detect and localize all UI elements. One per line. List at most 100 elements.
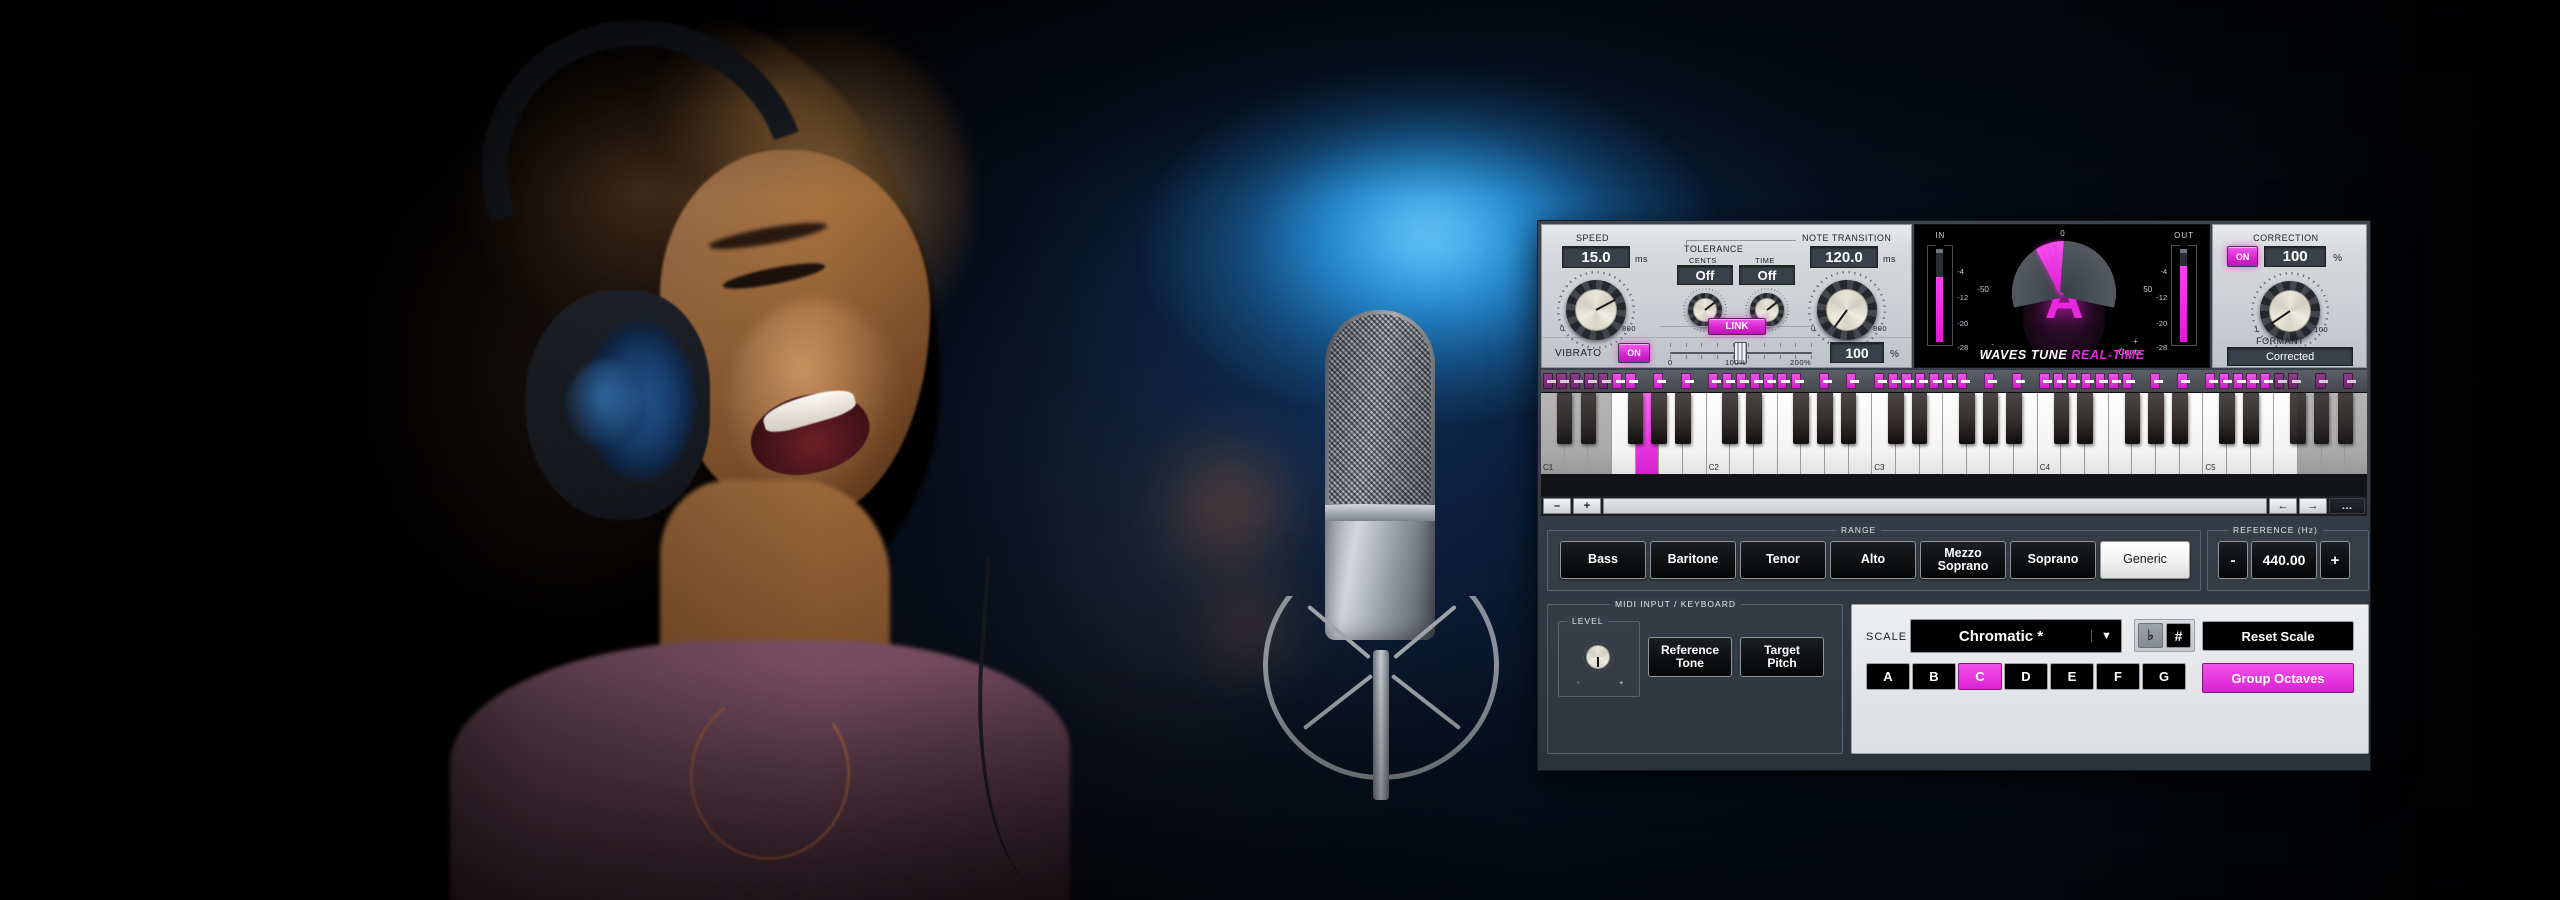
group-octaves-button[interactable]: Group Octaves	[2202, 663, 2354, 693]
scale-note-indicator[interactable]	[1570, 373, 1584, 389]
scale-note-indicator[interactable]	[2149, 373, 2163, 389]
piano-black-key[interactable]	[1817, 393, 1833, 444]
scale-note-indicator[interactable]	[1860, 373, 1870, 389]
scale-note-indicator[interactable]	[2177, 373, 2191, 389]
piano-black-key[interactable]	[2171, 393, 2188, 444]
scale-note-indicator[interactable]	[1542, 373, 1556, 389]
scale-note-indicator[interactable]	[1942, 373, 1956, 389]
reference-tone-button[interactable]: Reference Tone	[1648, 637, 1732, 677]
piano-black-key[interactable]	[1840, 393, 1857, 444]
keyboard-menu-button[interactable]: …	[2329, 498, 2365, 514]
piano-black-key[interactable]	[2290, 393, 2306, 444]
piano-black-key[interactable]	[1651, 393, 1668, 444]
piano-black-key[interactable]	[1746, 393, 1762, 444]
scale-note-indicator[interactable]	[1694, 373, 1704, 389]
scale-note-button-c[interactable]: C	[1958, 663, 2002, 690]
piano-black-key[interactable]	[1580, 393, 1597, 444]
correction-toggle[interactable]: ON	[2227, 246, 2259, 267]
scale-note-indicator[interactable]	[1791, 373, 1805, 389]
scale-indicator-strip[interactable]	[1541, 370, 2367, 393]
scale-note-indicator[interactable]	[2302, 373, 2312, 389]
scale-note-indicator[interactable]	[1805, 373, 1815, 389]
piano-black-key[interactable]	[1911, 393, 1928, 444]
scale-note-indicator[interactable]	[2122, 373, 2136, 389]
scale-note-button-d[interactable]: D	[2004, 663, 2048, 690]
piano-black-key[interactable]	[1675, 393, 1691, 444]
scale-note-indicator[interactable]	[2260, 373, 2274, 389]
range-button-baritone[interactable]: Baritone	[1650, 541, 1736, 579]
sharp-button[interactable]: #	[2166, 623, 2191, 648]
scale-note-indicator[interactable]	[2039, 373, 2053, 389]
scale-note-indicator[interactable]	[2343, 373, 2357, 389]
scale-note-indicator[interactable]	[1777, 373, 1791, 389]
scale-note-indicator[interactable]	[2191, 373, 2201, 389]
link-button[interactable]: LINK	[1708, 318, 1766, 335]
scale-note-indicator[interactable]	[1625, 373, 1639, 389]
reference-minus-button[interactable]: -	[2218, 541, 2248, 579]
piano-black-key[interactable]	[1959, 393, 1975, 444]
scale-note-indicator[interactable]	[2218, 373, 2232, 389]
scale-note-indicator[interactable]	[1901, 373, 1915, 389]
scale-note-indicator[interactable]	[1984, 373, 1998, 389]
scale-note-button-a[interactable]: A	[1866, 663, 1910, 690]
scale-note-indicator[interactable]	[1735, 373, 1749, 389]
scale-note-button-e[interactable]: E	[2050, 663, 2094, 690]
piano-black-key[interactable]	[2219, 393, 2235, 444]
keyboard-zoom-in-button[interactable]: +	[1573, 498, 1601, 514]
range-button-generic[interactable]: Generic	[2100, 541, 2190, 579]
keyboard-scroll-track[interactable]	[1603, 498, 2267, 514]
piano-black-key[interactable]	[1722, 393, 1739, 444]
scale-note-indicator[interactable]	[2094, 373, 2108, 389]
scale-note-indicator[interactable]	[2232, 373, 2246, 389]
scale-note-indicator[interactable]	[2246, 373, 2260, 389]
scale-note-indicator[interactable]	[1722, 373, 1736, 389]
level-knob[interactable]	[1583, 642, 1613, 672]
scale-note-indicator[interactable]	[1680, 373, 1694, 389]
piano-black-key[interactable]	[1627, 393, 1644, 444]
scale-note-indicator[interactable]	[1818, 373, 1832, 389]
tolerance-cents-value[interactable]: Off	[1677, 265, 1733, 285]
scale-note-indicator[interactable]	[1956, 373, 1970, 389]
piano-black-key[interactable]	[2242, 393, 2259, 444]
scale-note-indicator[interactable]	[2011, 373, 2025, 389]
scale-note-indicator[interactable]	[1597, 373, 1611, 389]
scale-note-indicator[interactable]	[2108, 373, 2122, 389]
scale-note-indicator[interactable]	[1639, 373, 1649, 389]
piano-black-key[interactable]	[2053, 393, 2070, 444]
scale-note-indicator[interactable]	[1915, 373, 1929, 389]
scale-note-indicator[interactable]	[2315, 373, 2329, 389]
scale-note-indicator[interactable]	[1832, 373, 1842, 389]
scale-note-indicator[interactable]	[2164, 373, 2174, 389]
piano-black-key[interactable]	[1556, 393, 1573, 444]
piano-black-key[interactable]	[2337, 393, 2354, 444]
scale-note-indicator[interactable]	[1556, 373, 1570, 389]
formant-value[interactable]: Corrected	[2227, 347, 2354, 366]
scale-note-button-b[interactable]: B	[1912, 663, 1956, 690]
piano-black-key[interactable]	[1888, 393, 1904, 444]
scale-note-indicator[interactable]	[1749, 373, 1763, 389]
scale-note-indicator[interactable]	[1887, 373, 1901, 389]
range-button-mezzo-soprano[interactable]: Mezzo Soprano	[1920, 541, 2006, 579]
piano-black-key[interactable]	[2148, 393, 2164, 444]
scale-note-indicator[interactable]	[1667, 373, 1677, 389]
flat-button[interactable]: ♭	[2138, 623, 2163, 648]
scale-note-indicator[interactable]	[2053, 373, 2067, 389]
scale-note-indicator[interactable]	[2329, 373, 2339, 389]
reference-plus-button[interactable]: +	[2320, 541, 2350, 579]
scale-note-indicator[interactable]	[1584, 373, 1598, 389]
scale-note-indicator[interactable]	[2067, 373, 2081, 389]
range-button-alto[interactable]: Alto	[1830, 541, 1916, 579]
range-button-soprano[interactable]: Soprano	[2010, 541, 2096, 579]
scale-dropdown[interactable]: Chromatic * ▼	[1910, 619, 2122, 653]
scale-note-indicator[interactable]	[1873, 373, 1887, 389]
scale-note-indicator[interactable]	[2026, 373, 2036, 389]
scale-note-indicator[interactable]	[2287, 373, 2301, 389]
range-button-tenor[interactable]: Tenor	[1740, 541, 1826, 579]
piano-black-key[interactable]	[2077, 393, 2093, 444]
scale-note-indicator[interactable]	[2205, 373, 2219, 389]
scale-note-indicator[interactable]	[2080, 373, 2094, 389]
vibrato-toggle[interactable]: ON	[1618, 343, 1650, 363]
scale-note-indicator[interactable]	[1929, 373, 1943, 389]
scale-note-button-f[interactable]: F	[2096, 663, 2140, 690]
scale-note-indicator[interactable]	[2357, 373, 2367, 389]
